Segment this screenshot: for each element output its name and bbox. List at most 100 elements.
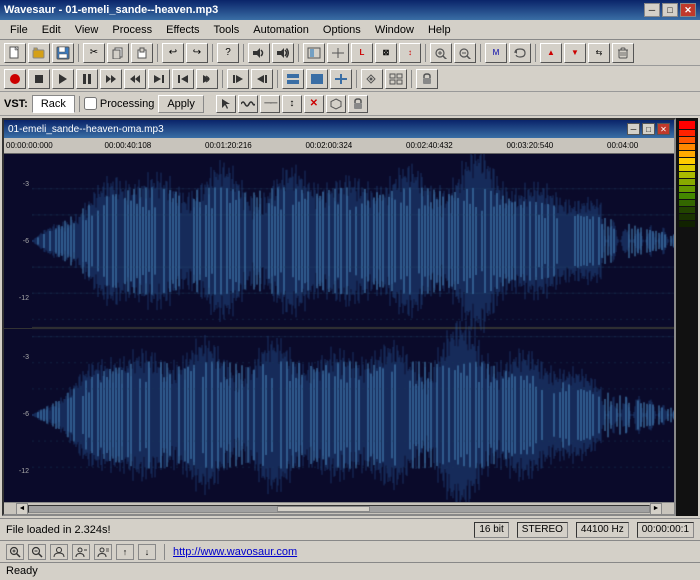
waveform-canvas[interactable] [32, 154, 674, 502]
undo-button[interactable]: ↩ [162, 43, 184, 63]
time-2: 00:01:20:216 [205, 141, 252, 150]
pause-button[interactable] [76, 69, 98, 89]
wf-mode1[interactable]: L [351, 43, 373, 63]
ff-button[interactable] [100, 69, 122, 89]
skip-start[interactable] [227, 69, 249, 89]
lock-tool[interactable] [348, 95, 368, 113]
grid-button[interactable] [385, 69, 407, 89]
bit-depth-box: 16 bit [474, 522, 508, 538]
menu-options[interactable]: Options [317, 22, 367, 38]
vu-meter-sidebar [676, 118, 698, 516]
step-fwd-button[interactable] [148, 69, 170, 89]
menu-tools[interactable]: Tools [208, 22, 246, 38]
vol2-button[interactable] [272, 43, 294, 63]
minimize-button[interactable]: ─ [644, 3, 660, 17]
sep12 [411, 70, 412, 88]
arrow-up-icon[interactable]: ↑ [116, 544, 134, 560]
db-top2: -6 [4, 238, 32, 245]
mix3-button[interactable]: ⇆ [588, 43, 610, 63]
trash-button[interactable] [612, 43, 634, 63]
marker-button[interactable]: M [485, 43, 507, 63]
snap-button[interactable] [361, 69, 383, 89]
new-button[interactable] [4, 43, 26, 63]
menu-automation[interactable]: Automation [247, 22, 315, 38]
menu-view[interactable]: View [69, 22, 105, 38]
record-button[interactable] [4, 69, 26, 89]
maximize-button[interactable]: □ [662, 3, 678, 17]
user1-icon[interactable] [50, 544, 68, 560]
menu-effects[interactable]: Effects [160, 22, 205, 38]
wf-minimize-button[interactable]: ─ [627, 123, 640, 135]
scroll-right-button[interactable]: ► [650, 503, 662, 515]
cursor-tool[interactable] [216, 95, 236, 113]
vol1-button[interactable] [248, 43, 270, 63]
sep3 [212, 44, 213, 62]
zoom-out-icon[interactable] [28, 544, 46, 560]
scrollbar-thumb[interactable] [277, 506, 370, 512]
help-button[interactable]: ? [217, 43, 239, 63]
h-scrollbar: ◄ ► [4, 502, 674, 514]
wf-maximize-button[interactable]: □ [642, 123, 655, 135]
menu-file[interactable]: File [4, 22, 34, 38]
wf-mode3[interactable]: ↕ [399, 43, 421, 63]
redo-button[interactable]: ↪ [186, 43, 208, 63]
ch-view3[interactable] [330, 69, 352, 89]
play-button[interactable] [52, 69, 74, 89]
user3-icon[interactable] [94, 544, 112, 560]
menu-process[interactable]: Process [106, 22, 158, 38]
cut-button[interactable]: ✂ [83, 43, 105, 63]
title-bar: Wavesaur - 01-emeli_sande--heaven.mp3 ─ … [0, 0, 700, 20]
vu-meter-bars [677, 119, 697, 515]
loop-button[interactable] [509, 43, 531, 63]
db-bot2: -6 [4, 411, 32, 418]
mix2-button[interactable]: ▼ [564, 43, 586, 63]
open-button[interactable] [28, 43, 50, 63]
step-back-button[interactable] [172, 69, 194, 89]
waveform-window-titlebar: 01-emeli_sande--heaven-oma.mp3 ─ □ ✕ [4, 120, 674, 138]
lock-button[interactable] [416, 69, 438, 89]
waveform-and-vu: 01-emeli_sande--heaven-oma.mp3 ─ □ ✕ 00:… [0, 116, 700, 518]
bottom-bar: ↑ ↓ http://www.wavosaur.com [0, 540, 700, 562]
time-6: 00:04:00 [607, 141, 638, 150]
scrollbar-track[interactable] [28, 505, 650, 513]
skip-end[interactable] [251, 69, 273, 89]
hex-tool[interactable] [326, 95, 346, 113]
save-button[interactable] [52, 43, 74, 63]
wf-mode2[interactable]: ⊠ [375, 43, 397, 63]
title-bar-buttons: ─ □ ✕ [644, 3, 696, 17]
menu-edit[interactable]: Edit [36, 22, 67, 38]
copy-button[interactable] [107, 43, 129, 63]
close-tool[interactable]: ✕ [304, 95, 324, 113]
wf-close-button[interactable]: ✕ [657, 123, 670, 135]
mix1-button[interactable]: ▲ [540, 43, 562, 63]
user2-icon[interactable] [72, 544, 90, 560]
arrow-tool[interactable]: ↕ [282, 95, 302, 113]
wf-zoom2[interactable] [454, 43, 476, 63]
wf-window-buttons: ─ □ ✕ [627, 123, 670, 135]
ch-view1[interactable] [282, 69, 304, 89]
ch-view2[interactable] [306, 69, 328, 89]
wave-tool[interactable] [238, 95, 258, 113]
rw-button[interactable] [124, 69, 146, 89]
app-wrapper: Wavesaur - 01-emeli_sande--heaven.mp3 ─ … [0, 0, 700, 580]
menu-help[interactable]: Help [422, 22, 457, 38]
wf-select1[interactable] [303, 43, 325, 63]
vst-apply-button[interactable]: Apply [158, 95, 204, 113]
menu-window[interactable]: Window [369, 22, 420, 38]
stop-button[interactable] [28, 69, 50, 89]
wf-select2[interactable] [327, 43, 349, 63]
scroll-left-button[interactable]: ◄ [16, 503, 28, 515]
vst-rack-tab[interactable]: Rack [32, 95, 75, 113]
loop-play-button[interactable] [196, 69, 218, 89]
wf-zoom1[interactable] [430, 43, 452, 63]
vst-processing-check[interactable] [84, 97, 97, 110]
waveform-tools: ─ ─ ↕ ✕ [216, 95, 368, 113]
close-button[interactable]: ✕ [680, 3, 696, 17]
website-link[interactable]: http://www.wavosaur.com [173, 546, 297, 558]
db-top3: -12 [4, 295, 32, 302]
dash-tool[interactable]: ─ ─ [260, 95, 280, 113]
zoom-in-icon[interactable] [6, 544, 24, 560]
vu-seg-5 [679, 158, 695, 164]
arrow-down-icon[interactable]: ↓ [138, 544, 156, 560]
paste-button[interactable] [131, 43, 153, 63]
